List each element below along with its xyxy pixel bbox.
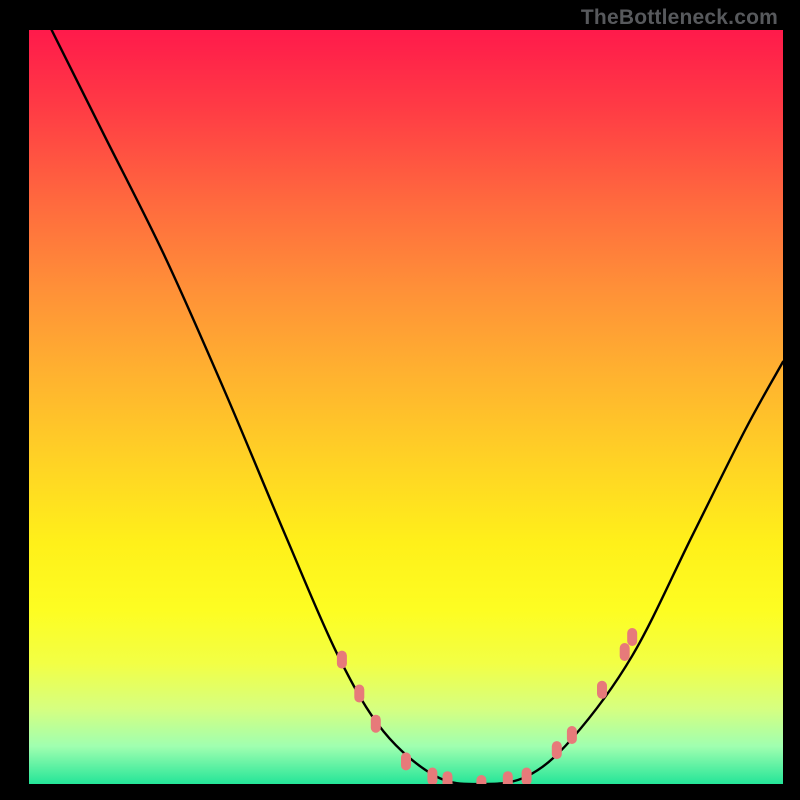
marker-dot: [476, 775, 486, 784]
marker-dot: [627, 628, 637, 646]
marker-dot: [552, 741, 562, 759]
curve-layer: [29, 30, 783, 784]
marker-dot: [371, 715, 381, 733]
marker-dot: [354, 685, 364, 703]
watermark-text: TheBottleneck.com: [581, 6, 778, 30]
marker-dot: [597, 681, 607, 699]
marker-dot: [503, 771, 513, 784]
marker-dots: [337, 628, 637, 784]
bottleneck-curve: [52, 30, 783, 784]
chart-frame: [17, 30, 783, 796]
marker-dot: [401, 752, 411, 770]
marker-dot: [567, 726, 577, 744]
marker-dot: [620, 643, 630, 661]
marker-dot: [522, 768, 532, 785]
marker-dot: [427, 768, 437, 785]
gradient-plot-area: [29, 30, 783, 784]
marker-dot: [337, 651, 347, 669]
marker-dot: [443, 771, 453, 784]
